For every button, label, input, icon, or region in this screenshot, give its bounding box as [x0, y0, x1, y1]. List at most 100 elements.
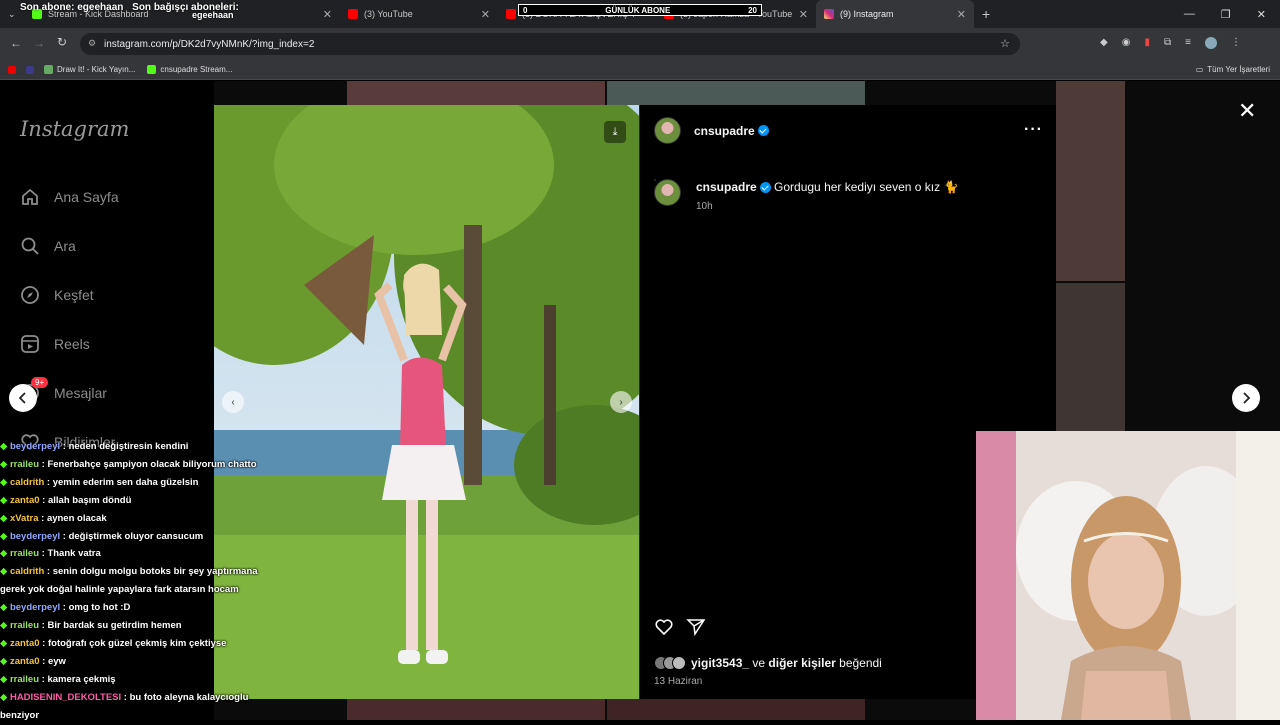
site-info-icon[interactable]: ⚙: [88, 38, 96, 49]
sidebar-item-reels[interactable]: Reels: [20, 334, 90, 354]
sidebar-item-search[interactable]: Ara: [20, 236, 76, 256]
media-icon[interactable]: ≡: [1185, 37, 1191, 49]
post-header: cnsupadre: [654, 117, 769, 144]
chat-separator: :: [39, 637, 48, 649]
chat-separator: :: [60, 602, 69, 614]
bg-tile: [1056, 81, 1125, 281]
forward-icon[interactable]: →: [33, 36, 45, 50]
bg-tile: [1056, 283, 1125, 431]
chat-text: omg to hot :D: [68, 602, 131, 614]
bg-tile: [607, 81, 865, 105]
close-icon[interactable]: ✕: [957, 8, 966, 21]
chat-badge-icon: ◆: [0, 673, 10, 685]
share-send-icon[interactable]: [686, 617, 706, 637]
chat-username[interactable]: rraileu: [10, 620, 39, 631]
restore-icon[interactable]: ❐: [1221, 8, 1231, 21]
sidebar-item-home[interactable]: Ana Sayfa: [20, 187, 119, 207]
back-icon[interactable]: ←: [10, 36, 22, 50]
chat-separator: :: [44, 566, 53, 578]
bg-tile: [607, 699, 865, 720]
chat-text: neden değiştiresin kendini: [68, 441, 189, 452]
webcam-overlay: [976, 431, 1280, 720]
chat-username[interactable]: zanta0: [10, 656, 40, 667]
avatar[interactable]: [654, 117, 681, 144]
chat-username[interactable]: beyderpeyl: [10, 441, 60, 452]
close-icon[interactable]: ✕: [481, 8, 490, 21]
bookmark-icon[interactable]: [26, 65, 34, 74]
chat-username[interactable]: zanta0: [10, 638, 40, 649]
chat-username[interactable]: beyderpeyl: [10, 531, 60, 542]
bookmark-item[interactable]: cnsupadre Stream...: [147, 65, 232, 74]
extension-icon[interactable]: ▮: [1144, 37, 1150, 49]
close-icon[interactable]: ✕: [1238, 98, 1256, 124]
chat-username[interactable]: HADISENIN_DEKOLTESI: [10, 692, 121, 703]
chat-username[interactable]: zanta0: [10, 495, 40, 506]
chat-separator: :: [39, 494, 48, 506]
bookmark-item[interactable]: Draw It! - Kick Yayın...: [44, 65, 135, 74]
next-post-button[interactable]: [1232, 384, 1260, 412]
all-bookmarks[interactable]: ▭ Tüm Yer İşaretleri: [1196, 65, 1270, 74]
like-heart-icon[interactable]: [654, 617, 674, 637]
chat-badge-icon: ◆: [0, 602, 10, 614]
chat-username[interactable]: beyderpeyl: [10, 602, 60, 613]
avatar[interactable]: [654, 179, 656, 181]
close-icon[interactable]: ✕: [323, 8, 332, 21]
chat-message: ◆ zanta0 : allah başım döndü: [0, 492, 300, 510]
avatar: [672, 656, 686, 670]
chat-username[interactable]: rraileu: [10, 459, 39, 470]
caption-username[interactable]: cnsupadre: [696, 180, 757, 194]
caption-avatar[interactable]: [654, 179, 681, 206]
new-tab-button[interactable]: +: [974, 0, 1004, 28]
chat-text: bu foto aleyna kalaycıoglu: [129, 691, 249, 703]
chat-username[interactable]: rraileu: [10, 674, 39, 685]
instagram-logo[interactable]: Instagram: [20, 117, 129, 141]
sidebar-item-explore[interactable]: Keşfet: [20, 285, 94, 305]
chat-username[interactable]: caldrith: [10, 477, 44, 488]
reels-icon: [21, 335, 39, 353]
post-author-username[interactable]: cnsupadre: [694, 124, 755, 138]
post-actions: [654, 617, 706, 637]
chat-message: ◆ zanta0 : eyw: [0, 653, 300, 671]
chevron-right-icon: ›: [619, 396, 623, 408]
chat-text: benziyor: [0, 709, 40, 721]
carousel-prev-button[interactable]: ‹: [222, 391, 244, 413]
close-icon[interactable]: ✕: [799, 8, 808, 21]
liker-username[interactable]: yigit3543_: [691, 656, 749, 670]
search-icon: [21, 237, 39, 255]
chat-badge-icon: ◆: [0, 566, 10, 578]
menu-icon[interactable]: ⋮: [1231, 37, 1241, 49]
folder-icon: ▭: [1195, 65, 1204, 74]
extension-icon[interactable]: ◉: [1122, 37, 1131, 49]
chat-badge-icon: ◆: [0, 691, 10, 703]
extension-icon[interactable]: ◆: [1100, 37, 1108, 49]
chat-username[interactable]: xVatra: [10, 513, 39, 524]
tab-youtube[interactable]: (3) YouTube ✕: [340, 0, 498, 28]
chat-message: gerek yok doğal halinle yapaylara fark a…: [0, 581, 300, 599]
star-icon[interactable]: ☆: [1000, 37, 1010, 50]
chat-separator: :: [44, 476, 53, 488]
puzzle-icon[interactable]: ⧉: [1164, 37, 1171, 49]
compass-icon: [21, 286, 39, 304]
chat-message: ◆ caldrith : senin dolgu molgu botoks bi…: [0, 563, 300, 581]
chevron-right-icon: [1243, 392, 1251, 404]
close-window-icon[interactable]: ✕: [1257, 8, 1266, 21]
tab-instagram[interactable]: (9) Instagram ✕: [816, 0, 974, 28]
stream-sub-overlay: Son abone: egeehaan Son bağışçı aboneler…: [20, 2, 239, 20]
profile-icon[interactable]: [1204, 37, 1217, 49]
minimize-icon[interactable]: —: [1184, 8, 1195, 21]
url-field[interactable]: ⚙ instagram.com/p/DK2d7vyNMnK/?img_index…: [80, 33, 1020, 55]
other-likers-link[interactable]: diğer kişiler: [768, 656, 835, 670]
chat-separator: :: [60, 441, 69, 452]
carousel-next-button[interactable]: ›: [610, 391, 632, 413]
download-icon[interactable]: ⤓: [604, 121, 626, 143]
more-options-icon[interactable]: ···: [1024, 121, 1043, 139]
reload-icon[interactable]: ↻: [57, 35, 67, 49]
youtube-bookmark-icon[interactable]: [8, 65, 16, 74]
window-controls: — ❐ ✕: [1184, 8, 1280, 21]
home-icon: [22, 188, 38, 205]
previous-post-button[interactable]: [9, 384, 37, 412]
chevron-left-icon: ‹: [231, 396, 235, 408]
chat-text: yemin ederim sen daha güzelsin: [52, 476, 199, 488]
chat-username[interactable]: caldrith: [10, 566, 44, 577]
chat-username[interactable]: rraileu: [10, 548, 39, 559]
